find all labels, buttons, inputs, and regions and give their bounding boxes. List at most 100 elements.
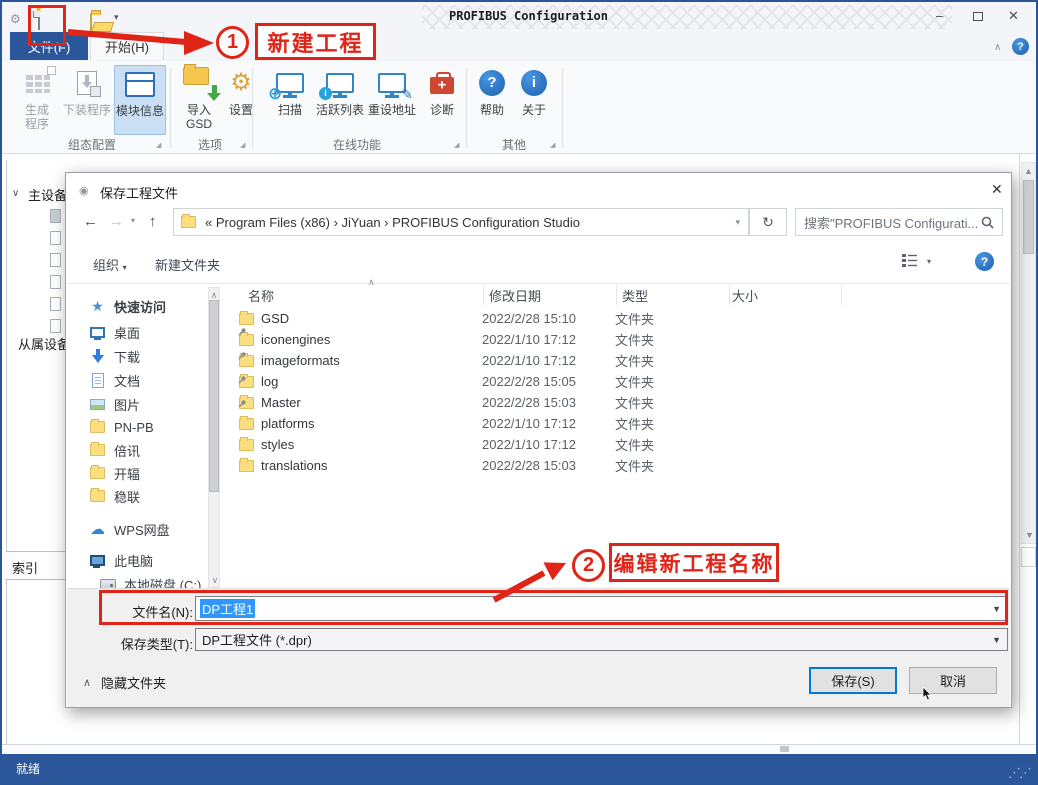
search-input[interactable]: 搜索"PROFIBUS Configurati... xyxy=(795,208,1003,236)
sidebar-item-wps-cloud[interactable]: ☁WPS网盘 xyxy=(89,518,257,540)
ribbon-button-reset-address[interactable]: ✎ 重设地址 xyxy=(368,65,416,135)
sidebar-item-documents[interactable]: 文档 xyxy=(89,369,257,391)
module-info-icon xyxy=(125,72,155,97)
scrollbar-thumb[interactable] xyxy=(209,300,219,492)
history-dropdown-icon[interactable]: ▾ xyxy=(131,216,135,225)
group-launcher-icon[interactable]: ◢ xyxy=(156,141,161,149)
ribbon-button-about[interactable]: i 关于 xyxy=(516,65,552,135)
maximize-button[interactable] xyxy=(973,12,983,21)
ribbon-button-build-program[interactable]: 生成 程序 xyxy=(14,65,60,135)
pin-icon xyxy=(237,399,247,409)
device-icon[interactable] xyxy=(50,319,61,333)
sidebar-item-quick-access[interactable]: ★快速访问 xyxy=(89,295,257,317)
view-mode-icon[interactable] xyxy=(901,253,918,268)
ribbon-button-diagnose[interactable]: 诊断 xyxy=(424,65,460,135)
group-launcher-icon[interactable]: ◢ xyxy=(550,141,555,149)
quick-access-dropdown-icon[interactable]: ▾ xyxy=(114,12,119,23)
ribbon-separator xyxy=(170,68,171,148)
ribbon-button-module-info[interactable]: 模块信息 xyxy=(114,65,166,135)
resize-grip[interactable]: ⋰⋰ xyxy=(1008,765,1030,781)
scroll-down-icon[interactable]: ▼ xyxy=(1022,530,1037,540)
chevron-down-icon[interactable]: ▼ xyxy=(992,635,1001,645)
savetype-select[interactable]: DP工程文件 (*.dpr) ▼ xyxy=(195,628,1008,651)
ribbon-button-help[interactable]: ? 帮助 xyxy=(474,65,510,135)
group-launcher-icon[interactable]: ◢ xyxy=(454,141,459,149)
device-icon[interactable] xyxy=(50,253,61,267)
column-header-type[interactable]: 类型 xyxy=(622,286,648,305)
scrollbar-thumb[interactable] xyxy=(1023,180,1034,254)
table-row[interactable]: Master2022/2/28 15:03文件夹 xyxy=(239,392,859,413)
window-title: PROFIBUS Configuration xyxy=(449,9,608,23)
device-icon[interactable] xyxy=(50,209,61,223)
back-icon[interactable]: ← xyxy=(83,213,98,230)
ribbon-button-download-program[interactable]: 下装程序 xyxy=(62,65,112,135)
up-icon[interactable]: ↑ xyxy=(149,213,157,230)
device-icon[interactable] xyxy=(50,231,61,245)
annotation-box-filename xyxy=(99,590,1008,625)
sidebar-item-downloads[interactable]: 下载 xyxy=(89,345,257,367)
scroll-down-icon[interactable]: ∨ xyxy=(209,575,221,585)
breadcrumb-dropdown-icon[interactable]: ▾ xyxy=(735,217,740,228)
sidebar-item-folder[interactable]: 开辐 xyxy=(89,462,257,484)
settings-icon: ⚙ xyxy=(230,76,252,90)
diagnose-icon xyxy=(430,77,454,94)
hide-folders-chevron-icon[interactable]: ∧ xyxy=(83,676,91,689)
sidebar-item-folder[interactable]: 倍讯 xyxy=(89,439,257,461)
dialog-close-icon[interactable]: ✕ xyxy=(991,181,1003,198)
folder-icon xyxy=(90,421,105,433)
ribbon-button-active-list[interactable]: i 活跃列表 xyxy=(316,65,364,135)
toolbar-divider xyxy=(67,283,1010,284)
pin-icon xyxy=(237,327,247,337)
hide-folders-toggle[interactable]: 隐藏文件夹 xyxy=(101,673,166,692)
dialog-help-icon[interactable]: ? xyxy=(975,252,994,271)
sidebar-item-folder[interactable]: PN-PB xyxy=(89,416,257,438)
scroll-up-icon[interactable]: ∧ xyxy=(209,290,219,300)
app-window: ⚙ ▾ PROFIBUS Configuration – ✕ 文件(F) 开始(… xyxy=(0,0,1038,785)
column-header-size[interactable]: 大小 xyxy=(732,286,758,305)
forward-icon[interactable]: → xyxy=(109,213,124,230)
group-launcher-icon[interactable]: ◢ xyxy=(240,141,245,149)
save-button[interactable]: 保存(S) xyxy=(809,667,897,694)
pin-icon xyxy=(237,351,247,361)
tree-item-master[interactable]: 主设备 xyxy=(28,185,67,204)
scroll-up-icon[interactable]: ▲ xyxy=(1022,166,1035,176)
sidebar-item-folder[interactable]: 稳联 xyxy=(89,485,257,507)
organize-menu[interactable]: 组织 ▾ xyxy=(93,255,127,274)
ribbon-help-icon[interactable]: ? xyxy=(1012,38,1029,55)
table-row[interactable]: platforms2022/1/10 17:12文件夹 xyxy=(239,413,859,434)
device-icon[interactable] xyxy=(50,297,61,311)
sidebar-item-pictures[interactable]: 图片 xyxy=(89,393,257,415)
breadcrumb[interactable]: « Program Files (x86) › JiYuan › PROFIBU… xyxy=(173,208,749,236)
minimize-button[interactable]: – xyxy=(936,8,943,23)
annotation-step-number: 1 xyxy=(216,26,249,59)
tree-collapse-icon[interactable]: ∨ xyxy=(12,188,19,199)
view-mode-dropdown-icon[interactable]: ▾ xyxy=(927,257,931,266)
new-folder-button[interactable]: 新建文件夹 xyxy=(155,255,220,274)
annotation-box-new-file xyxy=(28,5,66,46)
device-icon[interactable] xyxy=(50,275,61,289)
table-row[interactable]: log2022/2/28 15:05文件夹 xyxy=(239,371,859,392)
organize-dropdown-icon: ▾ xyxy=(123,263,127,272)
collapse-ribbon-icon[interactable]: ∧ xyxy=(994,42,1001,53)
table-row[interactable]: imageformats2022/1/10 17:12文件夹 xyxy=(239,350,859,371)
download-icon xyxy=(92,349,104,364)
table-row[interactable]: translations2022/2/28 15:03文件夹 xyxy=(239,455,859,476)
splitter-handle[interactable] xyxy=(780,746,789,752)
sidebar-item-this-pc[interactable]: 此电脑 xyxy=(89,549,257,571)
sidebar-item-desktop[interactable]: 桌面 xyxy=(89,321,257,343)
ribbon-button-import-gsd[interactable]: 导入 GSD xyxy=(178,65,220,135)
table-row[interactable]: iconengines2022/1/10 17:12文件夹 xyxy=(239,329,859,350)
table-row[interactable]: GSD2022/2/28 15:10文件夹 xyxy=(239,308,859,329)
column-header-date[interactable]: 修改日期 xyxy=(489,286,541,305)
close-button[interactable]: ✕ xyxy=(1008,8,1019,24)
index-panel-label: 索引 xyxy=(12,558,38,577)
build-program-icon xyxy=(24,73,50,93)
breadcrumb-path: « Program Files (x86) › JiYuan › PROFIBU… xyxy=(205,215,580,230)
refresh-button[interactable]: ↻ xyxy=(749,208,787,236)
tree-item-slave[interactable]: 从属设备 xyxy=(18,334,70,353)
main-vertical-scrollbar[interactable]: ▲ ▼ xyxy=(1021,162,1036,544)
nav-scrollbar[interactable]: ∧ ∨ xyxy=(208,287,220,588)
folder-icon xyxy=(90,444,105,456)
ribbon-button-scan[interactable]: ⊕ 扫描 xyxy=(270,65,310,135)
table-row[interactable]: styles2022/1/10 17:12文件夹 xyxy=(239,434,859,455)
